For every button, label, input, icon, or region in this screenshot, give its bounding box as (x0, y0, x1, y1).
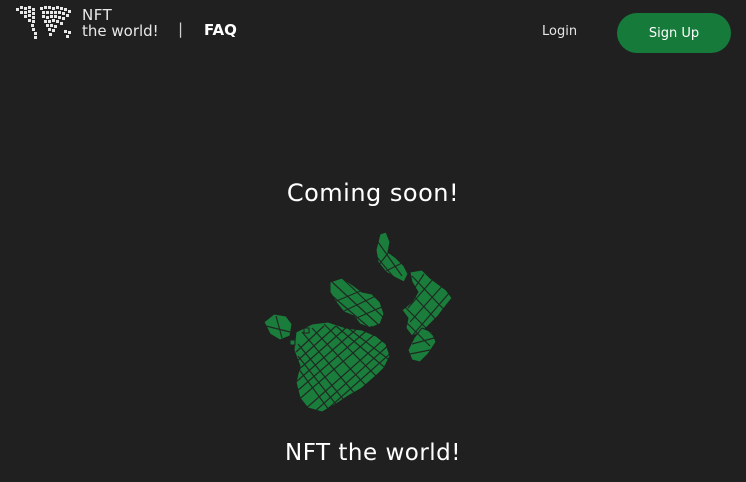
faq-link[interactable]: FAQ (204, 21, 237, 39)
login-link[interactable]: Login (542, 24, 577, 39)
pixel-world-map-icon (263, 232, 453, 414)
tagline: NFT the world! (285, 440, 461, 466)
brand-logo-link[interactable]: NFT the world! (14, 4, 159, 42)
brand-subtitle: the world! (82, 22, 159, 40)
sign-up-button[interactable]: Sign Up (617, 13, 731, 53)
world-map-logo-icon (16, 6, 71, 39)
coming-soon-heading: Coming soon! (286, 179, 460, 207)
nav-separator: | (178, 20, 184, 38)
page: NFT the world! | FAQ Login Sign Up Comin… (0, 0, 746, 482)
brand-text: NFT the world! (82, 7, 159, 39)
brand-title: NFT (82, 6, 113, 24)
